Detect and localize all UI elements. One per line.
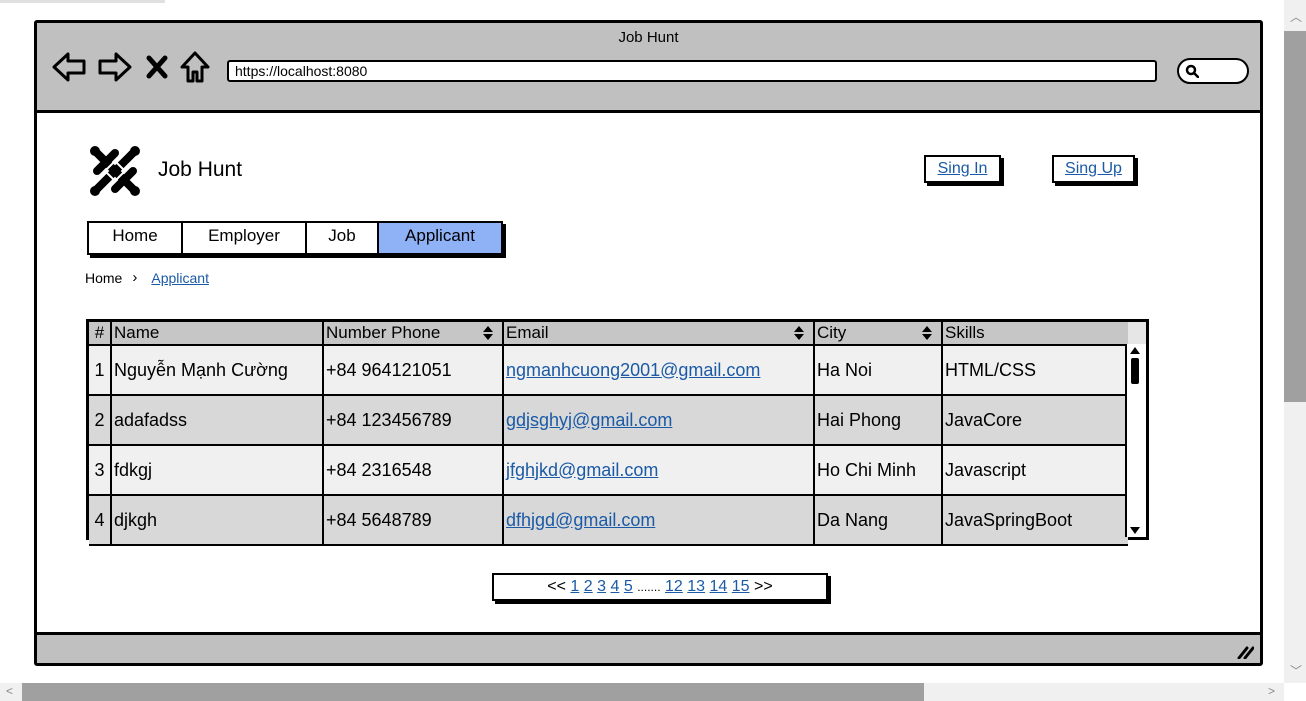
scroll-up-arrow-icon[interactable]: ︿ [1290,8,1302,25]
header-city-label: City [817,323,847,342]
breadcrumb-separator: › [132,269,138,286]
page-link[interactable]: 14 [710,578,728,595]
header-number: # [89,322,112,346]
page-link[interactable]: 13 [687,578,705,595]
job-hunt-logo-icon [90,146,140,196]
table-header-row: # Name Number Phone Email City Skills [89,322,1128,346]
applicant-city: Hai Phong [814,395,943,446]
header-phone-label: Number Phone [326,323,441,342]
pagination-next[interactable]: >> [754,578,773,595]
browser-window: Job Hunt https://localhost:8080 Job Hunt… [34,20,1263,666]
close-x-icon[interactable] [143,50,171,84]
table-scrollbar[interactable] [1125,344,1146,537]
page-link[interactable]: 3 [597,578,606,595]
breadcrumb-current[interactable]: Applicant [151,270,209,286]
applicant-city: Ho Chi Minh [814,445,943,496]
scroll-right-arrow-icon[interactable]: > [1268,684,1275,698]
scroll-left-arrow-icon[interactable]: < [6,684,13,698]
applicant-name: adafadss [111,395,324,446]
browser-statusbar [37,632,1260,663]
table-row[interactable]: 4 djkgh +84 5648789 dfhjgd@gmail.com Da … [89,495,1128,546]
menu-item-home[interactable]: Home [89,223,183,253]
row-number: 4 [89,495,112,546]
applicant-email-link[interactable]: jfghjkd@gmail.com [506,460,658,480]
applicant-email-link[interactable]: gdjsghyj@gmail.com [506,410,672,430]
header-name: Name [111,322,324,346]
browser-search-field[interactable] [1177,58,1249,84]
applicant-phone: +84 5648789 [323,495,504,546]
forward-arrow-icon[interactable] [97,50,133,84]
applicant-skills: Javascript [942,445,1128,496]
page-vertical-scrollbar-thumb[interactable] [1284,31,1306,402]
window-top-edge [0,0,165,3]
home-icon[interactable] [179,50,211,84]
menu-item-job[interactable]: Job [307,223,379,253]
page-link[interactable]: 15 [732,578,750,595]
applicant-skills: JavaSpringBoot [942,495,1128,546]
applicant-phone: +84 123456789 [323,395,504,446]
pagination: << 1 2 3 4 5 ....... 12 13 14 15 >> [492,573,828,601]
page-horizontal-scrollbar-thumb[interactable] [22,683,924,701]
header-email[interactable]: Email [503,322,815,346]
applicant-skills: JavaCore [942,395,1128,446]
applicant-skills: HTML/CSS [942,345,1128,396]
search-icon [1185,64,1199,78]
page-link[interactable]: 4 [611,578,620,595]
breadcrumb: Home › Applicant [85,269,209,286]
page-link[interactable]: 5 [624,578,633,595]
menu-item-applicant[interactable]: Applicant [379,223,501,253]
page-horizontal-scrollbar[interactable]: < > [0,683,1284,701]
menu-item-employer[interactable]: Employer [183,223,307,253]
applicant-table: # Name Number Phone Email City Skills 1 … [86,319,1149,546]
applicant-phone: +84 2316548 [323,445,504,496]
header-skills: Skills [942,322,1128,346]
scroll-down-arrow-icon[interactable]: ﹀ [1290,662,1302,679]
browser-titlebar: Job Hunt https://localhost:8080 [37,23,1260,113]
back-arrow-icon[interactable] [51,50,87,84]
pagination-prev[interactable]: << [547,578,566,595]
breadcrumb-home[interactable]: Home [85,270,122,286]
table-row[interactable]: 2 adafadss +84 123456789 gdjsghyj@gmail.… [89,395,1128,446]
sign-up-button[interactable]: Sing Up [1052,155,1135,183]
main-menu: Home Employer Job Applicant [87,221,503,255]
applicant-city: Da Nang [814,495,943,546]
scroll-down-icon[interactable] [1129,525,1141,535]
applicant-phone: +84 964121051 [323,345,504,396]
pagination-ellipsis: ....... [637,580,661,594]
address-bar[interactable]: https://localhost:8080 [227,60,1157,82]
applicant-email-link[interactable]: dfhjgd@gmail.com [506,510,655,530]
row-number: 3 [89,445,112,496]
sign-in-button[interactable]: Sing In [924,155,1001,183]
applicant-name: fdkgj [111,445,324,496]
page-vertical-scrollbar[interactable]: ︿ ﹀ [1284,0,1306,683]
page-link[interactable]: 2 [584,578,593,595]
row-number: 1 [89,345,112,396]
applicant-city: Ha Noi [814,345,943,396]
header-email-label: Email [506,323,549,342]
resize-grip-icon[interactable] [1236,645,1254,659]
page-link[interactable]: 1 [570,578,579,595]
header-city[interactable]: City [814,322,943,346]
table-scrollbar-thumb[interactable] [1131,358,1139,384]
window-title: Job Hunt [618,29,679,46]
url-text: https://localhost:8080 [235,63,368,79]
sort-icon[interactable] [482,325,494,341]
site-brand-name: Job Hunt [158,158,243,181]
header-phone[interactable]: Number Phone [323,322,504,346]
page-link[interactable]: 12 [665,578,683,595]
table-row[interactable]: 1 Nguyễn Mạnh Cường +84 964121051 ngmanh… [89,345,1128,396]
row-number: 2 [89,395,112,446]
table-row[interactable]: 3 fdkgj +84 2316548 jfghjkd@gmail.com Ho… [89,445,1128,496]
applicant-name: djkgh [111,495,324,546]
sort-icon[interactable] [793,325,805,341]
applicant-name: Nguyễn Mạnh Cường [111,345,324,396]
applicant-email-link[interactable]: ngmanhcuong2001@gmail.com [506,360,760,380]
scroll-up-icon[interactable] [1129,346,1141,356]
sort-icon[interactable] [921,325,933,341]
